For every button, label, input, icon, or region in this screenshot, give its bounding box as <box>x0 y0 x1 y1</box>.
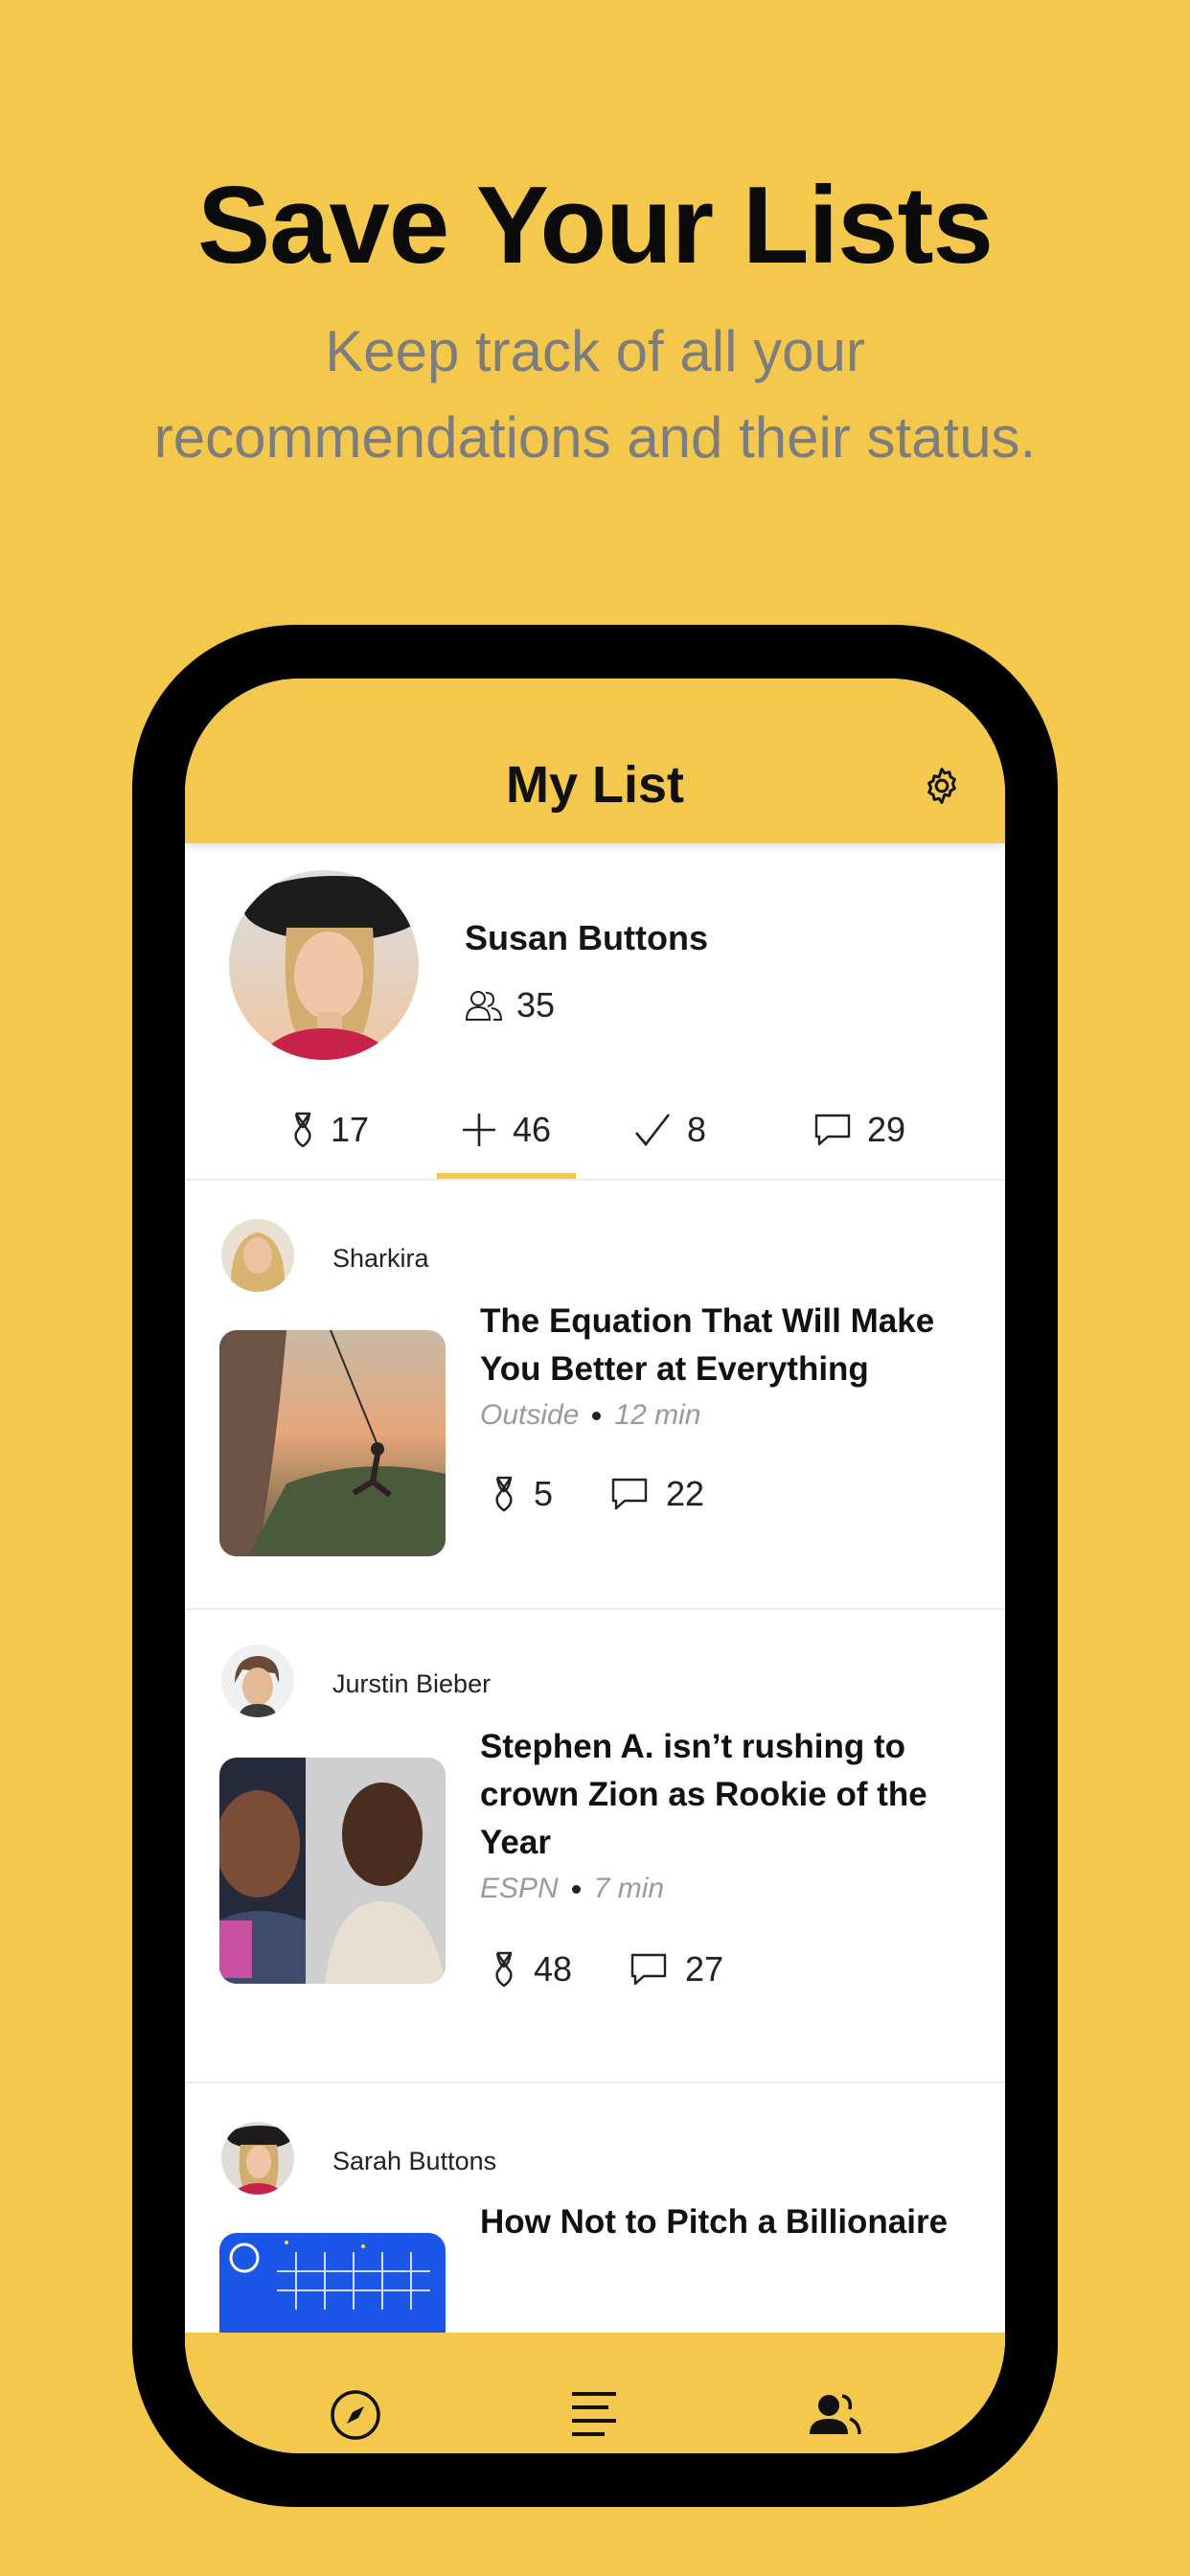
subheadline-line-1: Keep track of all your <box>325 319 865 383</box>
article-duration: 12 min <box>614 1399 701 1431</box>
comment-icon <box>814 1114 851 1146</box>
list-item[interactable]: Jurstin Bieber Stephen A. isn’t rushing … <box>185 1610 1005 2082</box>
page-title: My List <box>505 756 685 814</box>
profile-section: Susan Buttons 35 17 46 8 29 <box>185 843 1005 1180</box>
separator-dot <box>592 1411 602 1420</box>
app-header: My List <box>185 678 1005 843</box>
comment-icon <box>611 1478 648 1510</box>
article-title[interactable]: How Not to Pitch a Billionaire <box>480 2198 978 2246</box>
recommend-count: 5 <box>534 1474 554 1513</box>
list-item[interactable]: Sarah Buttons How Not to Pitch a Billion… <box>185 2083 1005 2453</box>
comment-button[interactable]: 27 <box>629 1949 723 1990</box>
followers-icon <box>465 991 503 1021</box>
gear-icon[interactable] <box>921 765 963 807</box>
compass-icon[interactable] <box>327 2386 384 2444</box>
article-title[interactable]: The Equation That Will Make You Better a… <box>480 1298 978 1393</box>
article-meta: Outside 12 min <box>480 1399 700 1432</box>
article-source: ESPN <box>480 1873 559 1904</box>
subheadline: Keep track of all your recommendations a… <box>0 309 1190 481</box>
recommend-icon <box>294 1112 311 1148</box>
plus-icon <box>463 1114 495 1146</box>
followers-value: 35 <box>516 985 556 1024</box>
article-title-line: Stephen A. isn’t rushing to <box>480 1728 905 1765</box>
author-name[interactable]: Jurstin Bieber <box>332 1669 491 1699</box>
author-avatar[interactable] <box>221 1219 294 1292</box>
article-meta: ESPN 7 min <box>480 1873 664 1905</box>
separator-dot <box>571 1884 581 1894</box>
stats-bar: 17 46 8 29 <box>185 1102 1005 1180</box>
article-duration: 7 min <box>593 1873 665 1904</box>
comment-count: 22 <box>666 1474 705 1513</box>
tab-bar <box>185 2333 1005 2453</box>
stat-completed[interactable]: 8 <box>633 1110 706 1150</box>
stat-recommended[interactable]: 17 <box>290 1110 369 1150</box>
article-actions: 5 22 <box>492 1474 762 1514</box>
stat-value: 29 <box>867 1110 906 1149</box>
article-title-line: crown Zion as Rookie of the <box>480 1776 927 1813</box>
author-name[interactable]: Sarah Buttons <box>332 2147 496 2176</box>
stat-added[interactable]: 46 <box>461 1110 551 1150</box>
recommend-button[interactable]: 5 <box>492 1474 553 1514</box>
phone-screen: My List Susan Buttons 35 17 46 8 29 Shar… <box>185 678 1005 2453</box>
phone-frame: My List Susan Buttons 35 17 46 8 29 Shar… <box>132 625 1058 2507</box>
article-actions: 48 27 <box>492 1949 781 1990</box>
recommend-icon <box>495 1476 513 1512</box>
stat-value: 46 <box>513 1110 552 1149</box>
article-title-line: You Better at Everything <box>480 1350 869 1388</box>
article-thumbnail[interactable] <box>219 1758 446 1984</box>
profile-icon[interactable] <box>806 2386 863 2444</box>
article-source: Outside <box>480 1399 580 1431</box>
subheadline-line-2: recommendations and their status. <box>153 405 1037 470</box>
comment-count: 27 <box>685 1949 724 1989</box>
author-name[interactable]: Sharkira <box>332 1244 429 1274</box>
profile-name: Susan Buttons <box>465 918 709 957</box>
article-title[interactable]: Stephen A. isn’t rushing to crown Zion a… <box>480 1723 978 1867</box>
stat-comments[interactable]: 29 <box>813 1110 905 1150</box>
author-avatar[interactable] <box>221 1644 294 1717</box>
stat-value: 17 <box>331 1110 370 1149</box>
recommend-button[interactable]: 48 <box>492 1949 572 1990</box>
article-title-line: How Not to Pitch a Billionaire <box>480 2203 949 2241</box>
stat-value: 8 <box>687 1110 707 1149</box>
author-avatar[interactable] <box>221 2122 294 2195</box>
comment-button[interactable]: 22 <box>610 1474 704 1514</box>
recommend-count: 48 <box>534 1949 573 1989</box>
list-icon[interactable] <box>566 2386 624 2444</box>
article-thumbnail[interactable] <box>219 1330 446 1556</box>
recommend-icon <box>495 1951 513 1988</box>
comment-icon <box>630 1953 667 1986</box>
followers-count[interactable]: 35 <box>465 985 555 1025</box>
check-icon <box>635 1114 671 1147</box>
headline: Save Your Lists <box>197 165 994 287</box>
list-item[interactable]: Sharkira The Equation That Will Make You… <box>185 1181 1005 1608</box>
article-title-line: The Equation That Will Make <box>480 1302 935 1340</box>
article-title-line: Year <box>480 1824 551 1861</box>
avatar[interactable] <box>229 870 419 1060</box>
